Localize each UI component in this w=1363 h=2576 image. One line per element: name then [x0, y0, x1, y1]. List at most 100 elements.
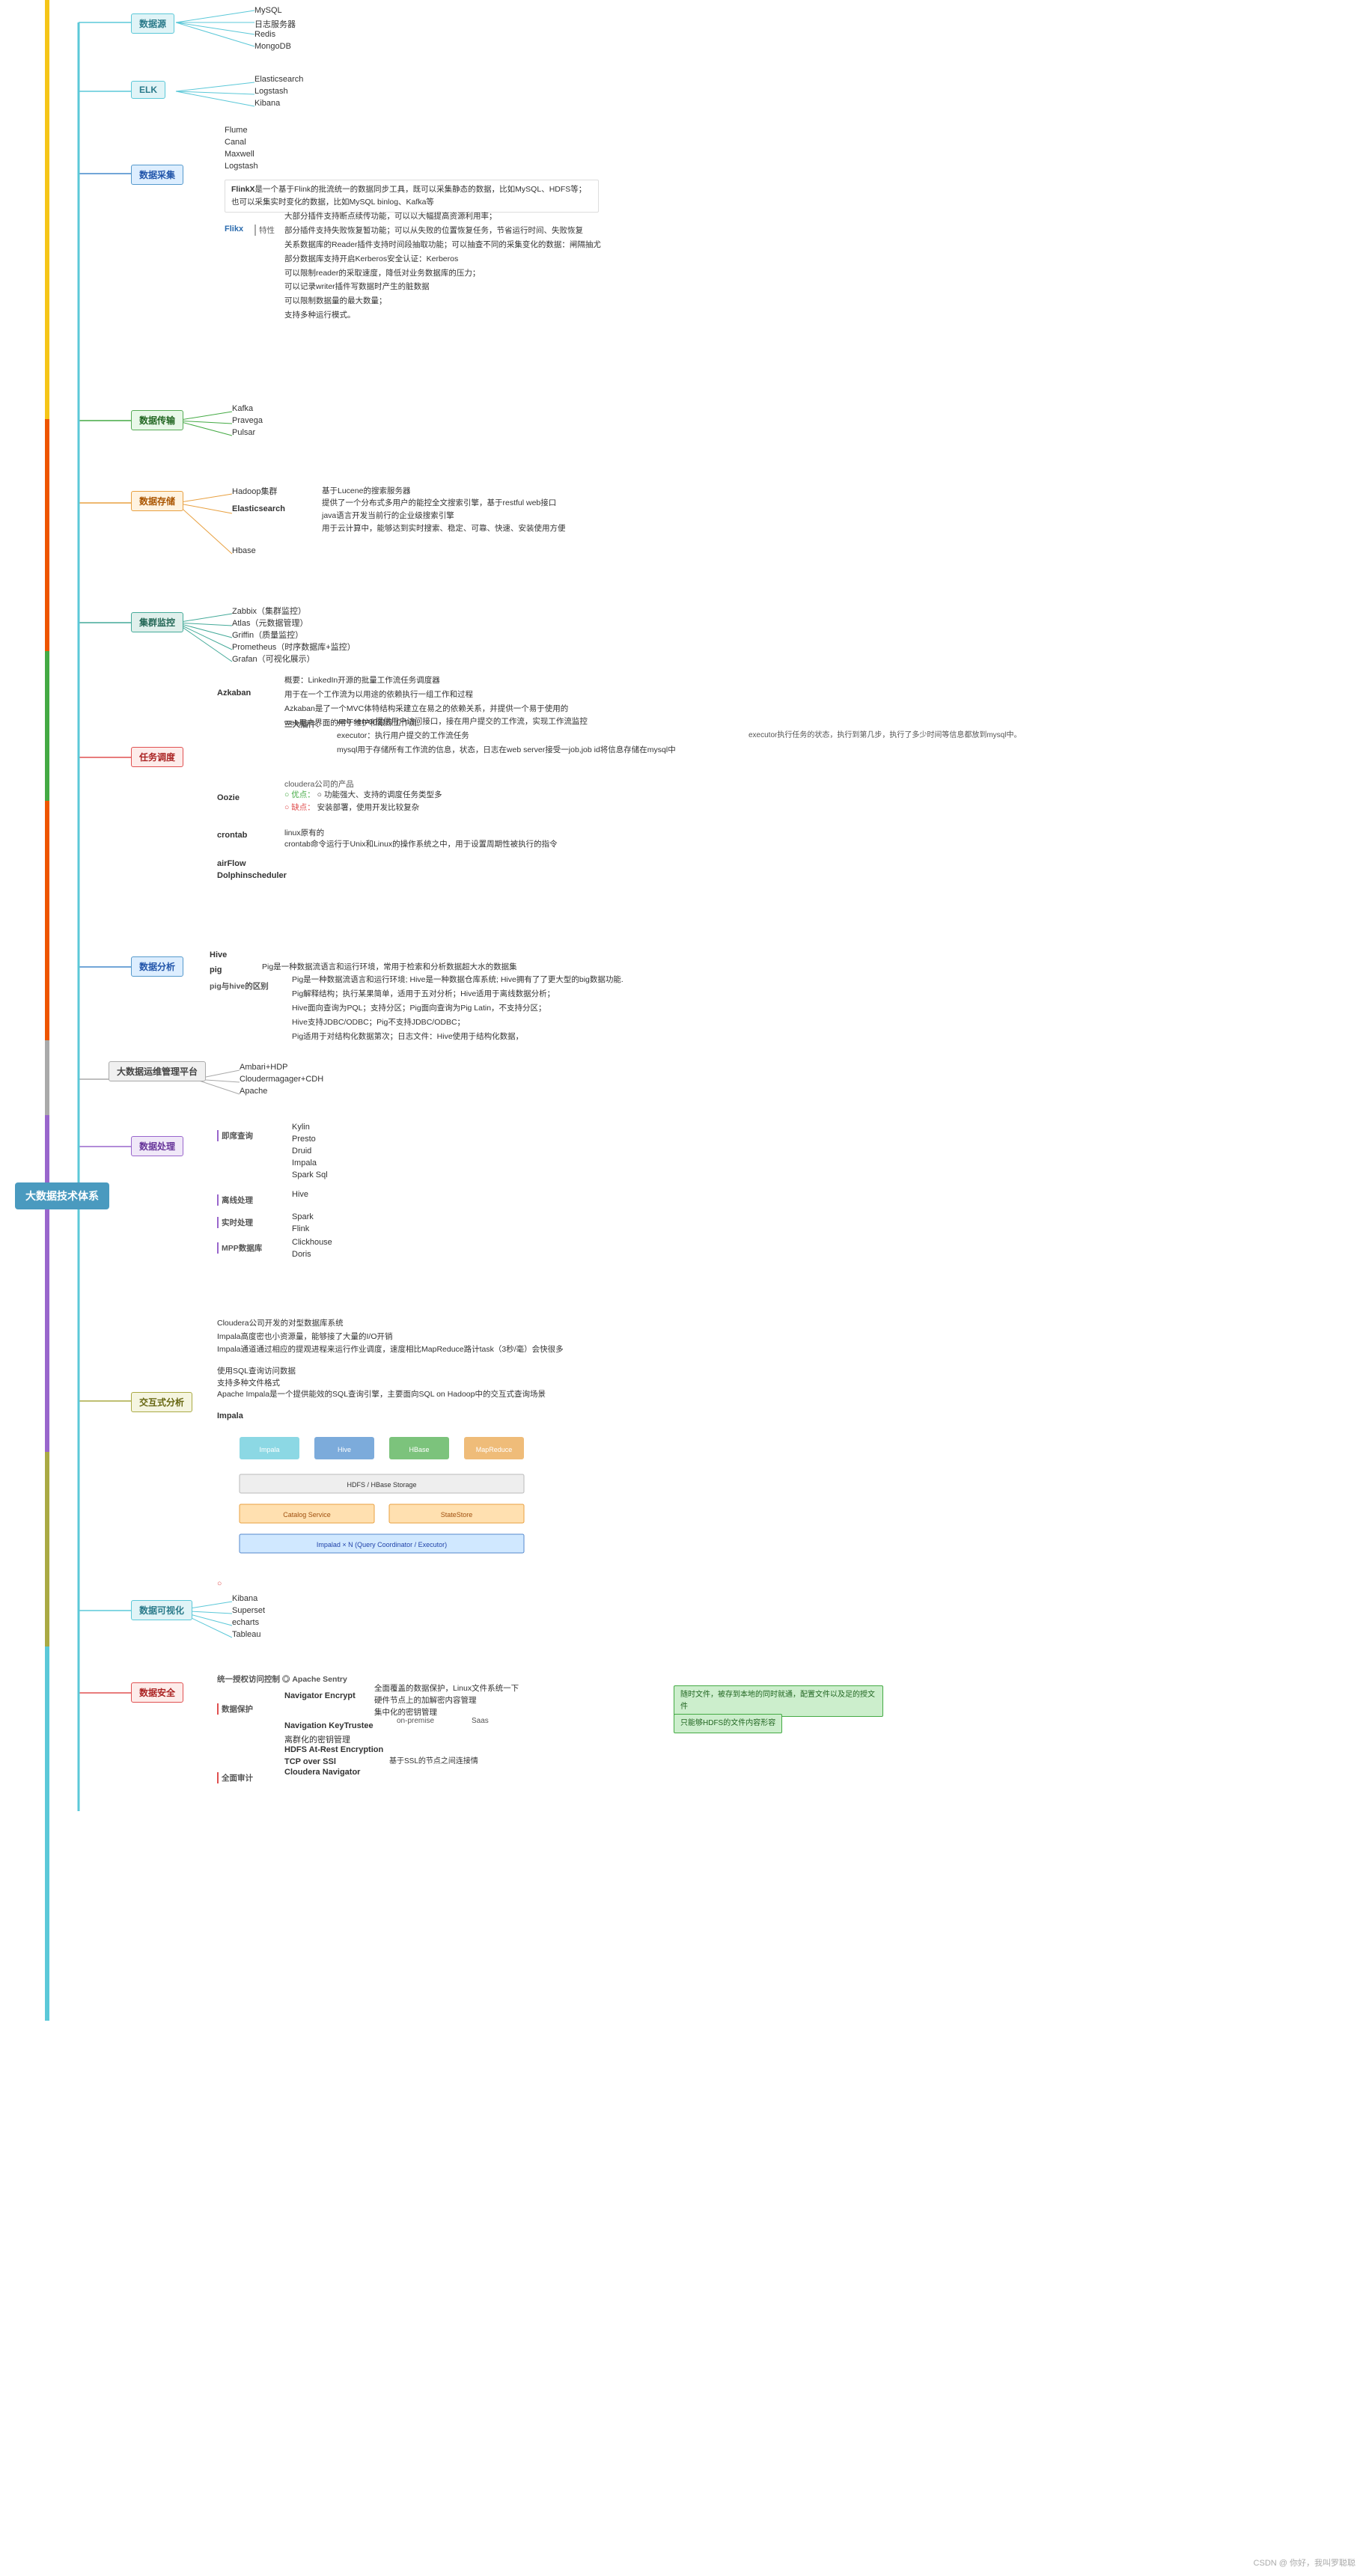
leaf-redis: Redis [254, 30, 275, 39]
nav-encrypt-desc2: 硬件节点上的加解密内容管理 [374, 1694, 477, 1707]
leaf-hadoop: Hadoop集群 [232, 485, 278, 497]
leaf-nav-keytrustee: Navigation KeyTrustee [284, 1721, 373, 1730]
flikx-label: Flikx [225, 225, 243, 234]
cat-clustermonitor: 集群监控 [131, 612, 183, 632]
cat-datasecurity: 数据安全 [131, 1682, 183, 1703]
leaf-sparksql: Spark Sql [292, 1171, 328, 1179]
svg-text:Impalad × N (Query Coordinator: Impalad × N (Query Coordinator / Executo… [317, 1541, 447, 1548]
flikx-tag: 特性 [254, 225, 275, 236]
on-premise-label: on-premise [397, 1717, 434, 1725]
leaf-druid: Druid [292, 1147, 311, 1156]
flinkx-box: FlinkX是一个基于Flink的批流统一的数据同步工具，既可以采集静态的数据，… [225, 180, 599, 213]
cat-taskschedule: 任务调度 [131, 747, 183, 767]
es-desc1: 提供了一个分布式多用户的能控全文搜索引擎，基于restful web接口 jav… [322, 497, 566, 534]
cat-bigdatamgmt: 大数据运维管理平台 [109, 1061, 206, 1081]
leaf-ambari: Ambari+HDP [240, 1063, 288, 1072]
flikx-features: 大部分插件支持断点续传功能，可以以大幅提高资源利用率； 部分插件支持失败恢复暂功… [284, 210, 601, 323]
azkaban-executor-desc: executor执行任务的状态，执行到第几步，执行了多少时间等信息都放到mysq… [748, 730, 1021, 741]
leaf-cloudera-nav: Cloudera Navigator [284, 1768, 360, 1777]
impala-arch-diagram: Impala Hive HBase MapReduce HDFS / HBase… [232, 1429, 606, 1579]
leaf-grafan: Grafan（可视化展示） [232, 653, 315, 665]
leaf-apache: Apache [240, 1087, 267, 1096]
cat-datavis: 数据可视化 [131, 1600, 192, 1620]
lucene-desc: 基于Lucene的搜索服务器 [322, 485, 410, 496]
mpp-label: MPP数据库 [217, 1242, 262, 1254]
connector-lines [0, 0, 1363, 2576]
leaf-doris: Doris [292, 1250, 311, 1259]
leaf-tcp-ssl: TCP over SSl [284, 1757, 336, 1766]
svg-text:MapReduce: MapReduce [476, 1446, 513, 1453]
svg-text:HDFS / HBase Storage: HDFS / HBase Storage [347, 1481, 416, 1489]
leaf-spark: Spark [292, 1212, 314, 1221]
offline-label: 离线处理 [217, 1194, 253, 1206]
leaf-crontab: crontab [217, 831, 247, 840]
leaf-superset: Superset [232, 1606, 265, 1615]
azkaban-plugin-label: 三大插件： [284, 718, 324, 730]
impala-sql: 使用SQL查询访问数据 [217, 1365, 296, 1376]
svg-text:HBase: HBase [409, 1446, 429, 1453]
impala-apache-desc: Apache Impala是一个提供能效的SQL查询引擎，主要面向SQL on … [217, 1389, 546, 1401]
pig-hive-compare-label: pig与hive的区别 [210, 980, 269, 992]
azkaban-plugins: web server提供用户访问接口，接在用户提交的工作流，实现工作流监控 ex… [337, 715, 676, 757]
unified-auth-label: 统一授权访问控制 ◎ Apache Sentry [217, 1673, 347, 1685]
leaf-kylin: Kylin [292, 1123, 310, 1132]
leaf-kibana2: Kibana [232, 1594, 257, 1603]
leaf-airflow: airFlow [217, 859, 246, 868]
leaf-elasticsearch2: Elasticsearch [232, 504, 285, 513]
leaf-pig: pig [210, 965, 222, 974]
leaf-hbase: Hbase [232, 546, 256, 555]
adhoc-label: 即席查询 [217, 1130, 253, 1141]
watermark: CSDN @ 你好，我叫罗聪聪 [1254, 2557, 1356, 2569]
cat-interactive: 交互式分析 [131, 1392, 192, 1412]
realtime-label: 实时处理 [217, 1217, 253, 1228]
leaf-elasticsearch1: Elasticsearch [254, 75, 303, 84]
cat-dataanalysis: 数据分析 [131, 956, 183, 977]
impala-format: 支持多种文件格式 [217, 1377, 280, 1388]
leaf-hive2: Hive [292, 1190, 308, 1199]
leaf-prometheus: Prometheus（时序数据库+监控） [232, 641, 356, 653]
leaf-pulsar: Pulsar [232, 428, 255, 437]
leaf-flink: Flink [292, 1224, 309, 1233]
leaf-dolphin: Dolphinscheduler [217, 871, 287, 880]
svg-text:Impala: Impala [259, 1446, 279, 1453]
leaf-flume: Flume [225, 126, 248, 135]
leaf-presto: Presto [292, 1135, 316, 1144]
pig-desc: Pig是一种数据流语言和运行环境，常用于检索和分析数据超大水的数据集 [262, 962, 517, 974]
leaf-atlas: Atlas（元数据管理） [232, 617, 308, 629]
nav-encrypt-box: 随时文件，被存到本地的同时就通，配置文件以及足的授文件 [674, 1685, 883, 1717]
leaf-hive1: Hive [210, 950, 227, 959]
svg-text:Hive: Hive [338, 1446, 351, 1453]
svg-text:Catalog Service: Catalog Service [283, 1511, 331, 1519]
leaf-nav-encrypt: Navigator Encrypt [284, 1691, 356, 1700]
leaf-tableau: Tableau [232, 1630, 261, 1639]
leaf-kibana1: Kibana [254, 99, 280, 108]
keytrustee-box: 只能够HDFS的文件内容形容 [674, 1714, 782, 1733]
leaf-mongodb: MongoDB [254, 42, 291, 51]
leaf-maxwell: Maxwell [225, 150, 254, 159]
leaf-zabbix: Zabbix（集群监控） [232, 605, 306, 617]
arch-circle: ○ [217, 1579, 222, 1588]
tcp-ssl-desc: 基于SSL的节点之间连接情 [389, 1754, 478, 1765]
mindmap-container: 大数据技术体系 数据源 MySQL 日志服务器 Redis MongoDB EL… [0, 0, 1363, 2576]
leaf-logstash1: Logstash [254, 87, 288, 96]
data-protection-label: 数据保护 [217, 1703, 253, 1715]
leaf-azkaban: Azkaban [217, 689, 251, 698]
leaf-kafka: Kafka [232, 404, 253, 413]
leaf-canal: Canal [225, 138, 246, 147]
cat-elk: ELK [131, 81, 165, 99]
root-node: 大数据技术体系 [15, 1182, 109, 1209]
leaf-clickhouse: Clickhouse [292, 1238, 332, 1247]
impala-feature2: Impala通道通过相应的提观进程来运行作业调度，速度相比MapReduce路计… [217, 1344, 564, 1356]
pig-hive-compare: Pig是一种数据流语言和运行环境; Hive是一种数据仓库系统; Hive拥有了… [292, 973, 623, 1043]
leaf-logstash2: Logstash [225, 162, 258, 171]
crontab-desc: linux原有的crontab命令运行于Unix和Linux的操作系统之中，用于… [284, 827, 558, 849]
cat-datasource: 数据源 [131, 13, 174, 34]
leaf-offline-key: 离群化的密钥管理 [284, 1733, 350, 1745]
leaf-echarts: echarts [232, 1618, 259, 1627]
cat-datastorage: 数据存储 [131, 491, 183, 511]
leaf-impala3: Impala [217, 1411, 243, 1420]
leaf-oozie: Oozie [217, 793, 240, 802]
full-audit-label: 全面审计 [217, 1772, 253, 1783]
leaf-pravega: Pravega [232, 416, 263, 425]
oozie-cloudera: cloudera公司的产品 [284, 778, 354, 790]
